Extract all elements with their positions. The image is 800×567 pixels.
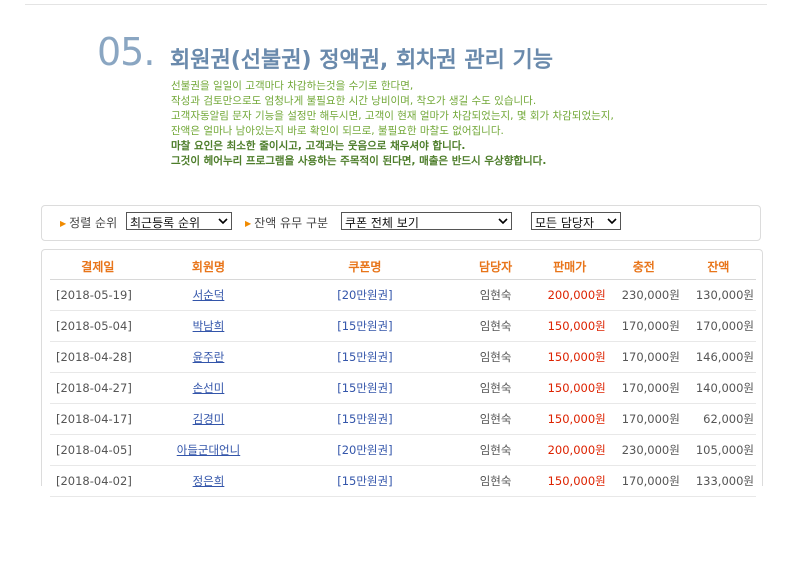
payment-date-cell: [2018-05-19] xyxy=(50,279,146,311)
chevron-down-icon xyxy=(498,218,508,225)
coupon-name-cell: [20만원권] xyxy=(271,279,459,311)
chevron-down-icon xyxy=(218,218,228,225)
table-row[interactable]: [2018-04-05] 아들군대언니 [20만원권] 임현숙 200,000원 230,… xyxy=(50,434,756,466)
description-line: 마찰 요인은 최소한 줄이시고, 고객과는 웃음으로 채우셔야 합니다. xyxy=(171,140,466,152)
description-line: 고객자동알림 문자 기능을 설정만 해두시면, 고객이 현재 얼마가 차감되었는… xyxy=(171,110,614,122)
price-cell: 150,000원 xyxy=(532,341,607,373)
staff-cell: 임현숙 xyxy=(458,310,533,342)
feature-description: 선불권을 일일이 고객마다 차감하는것을 수기로 한다면, 작성과 검토만으로도 … xyxy=(171,79,614,169)
staff-cell: 임현숙 xyxy=(458,341,533,373)
header-coupon-name: 쿠폰명 xyxy=(271,253,459,280)
charge-cell: 170,000원 xyxy=(606,310,681,342)
member-name-cell: 아들군대언니 xyxy=(145,434,272,466)
header-price: 판매가 xyxy=(532,253,607,280)
balance-cell: 105,000원 xyxy=(680,434,756,466)
payment-date-cell: [2018-04-02] xyxy=(50,465,146,497)
coupon-filter-select[interactable]: 쿠폰 전체 보기 xyxy=(341,212,512,230)
table-row[interactable]: [2018-04-28] 윤주란 [15만원권] 임현숙 150,000원 170,000… xyxy=(50,341,756,373)
member-name-cell: 박남희 xyxy=(145,310,272,342)
header-member-name: 회원명 xyxy=(145,253,272,280)
table-row[interactable]: [2018-05-19] 서순덕 [20만원권] 임현숙 200,000원 230,000… xyxy=(50,279,756,311)
price-cell: 150,000원 xyxy=(532,465,607,497)
member-name-link[interactable]: 정은희 xyxy=(193,474,225,488)
coupon-name-cell: [15만원권] xyxy=(271,403,459,435)
coupon-name-cell: [15만원권] xyxy=(271,310,459,342)
sort-order-select[interactable]: 최근등록 순위 xyxy=(126,212,232,230)
member-name-link[interactable]: 서순덕 xyxy=(193,288,225,302)
description-line: 그것이 헤어누리 프로그램을 사용하는 주목적이 된다면, 매출은 반드시 우상… xyxy=(171,155,547,167)
staff-cell: 임현숙 xyxy=(458,403,533,435)
price-cell: 150,000원 xyxy=(532,403,607,435)
charge-cell: 230,000원 xyxy=(606,434,681,466)
balance-cell: 140,000원 xyxy=(680,372,756,404)
coupon-name-cell: [15만원권] xyxy=(271,465,459,497)
payment-date-cell: [2018-04-05] xyxy=(50,434,146,466)
balance-cell: 133,000원 xyxy=(680,465,756,497)
description-line: 잔액은 얼마나 남아있는지 바로 확인이 되므로, 불필요한 마찰도 없어집니다… xyxy=(171,125,504,137)
charge-cell: 170,000원 xyxy=(606,372,681,404)
sort-filter-label: ▶ 정렬 순위 xyxy=(60,216,118,230)
header-charge: 충전 xyxy=(606,253,681,280)
member-name-link[interactable]: 박남희 xyxy=(193,319,225,333)
description-line: 작성과 검토만으로도 엄청나게 불필요한 시간 낭비이며, 착오가 생길 수도 … xyxy=(171,95,537,107)
table-row[interactable]: [2018-04-17] 김경미 [15만원권] 임현숙 150,000원 170,000… xyxy=(50,403,756,435)
coupon-name-cell: [15만원권] xyxy=(271,341,459,373)
balance-cell: 130,000원 xyxy=(680,279,756,311)
header-balance: 잔액 xyxy=(680,253,756,280)
member-name-cell: 김경미 xyxy=(145,403,272,435)
staff-cell: 임현숙 xyxy=(458,434,533,466)
member-name-cell: 정은희 xyxy=(145,465,272,497)
price-cell: 200,000원 xyxy=(532,434,607,466)
filter-bar: ▶ 정렬 순위 최근등록 순위 ▶ 잔액 유무 구분 쿠폰 전체 보기 모든 담당자 xyxy=(41,205,761,241)
charge-cell: 170,000원 xyxy=(606,341,681,373)
header-staff: 담당자 xyxy=(458,253,533,280)
staff-cell: 임현숙 xyxy=(458,465,533,497)
charge-cell: 170,000원 xyxy=(606,403,681,435)
member-name-link[interactable]: 윤주란 xyxy=(193,350,225,364)
table-header-row: 결제일 회원명 쿠폰명 담당자 판매가 충전 잔액 xyxy=(50,253,756,280)
top-divider xyxy=(25,4,767,5)
table-row[interactable]: [2018-04-02] 정은희 [15만원권] 임현숙 150,000원 170,000… xyxy=(50,465,756,497)
membership-table-panel: 결제일 회원명 쿠폰명 담당자 판매가 충전 잔액 [2018-05-19] 서순… xyxy=(41,249,763,497)
charge-cell: 230,000원 xyxy=(606,279,681,311)
member-name-link[interactable]: 김경미 xyxy=(193,412,225,426)
staff-cell: 임현숙 xyxy=(458,372,533,404)
payment-date-cell: [2018-04-17] xyxy=(50,403,146,435)
membership-table: 결제일 회원명 쿠폰명 담당자 판매가 충전 잔액 [2018-05-19] 서순… xyxy=(50,253,756,497)
section-title: 회원권(선불권) 정액권, 회차권 관리 기능 xyxy=(170,48,553,73)
chevron-down-icon xyxy=(607,218,617,225)
table-row[interactable]: [2018-04-27] 손선미 [15만원권] 임현숙 150,000원 170,000… xyxy=(50,372,756,404)
charge-cell: 170,000원 xyxy=(606,465,681,497)
table-row[interactable]: [2018-05-04] 박남희 [15만원권] 임현숙 150,000원 170,000… xyxy=(50,310,756,342)
balance-cell: 146,000원 xyxy=(680,341,756,373)
bullet-arrow-icon: ▶ xyxy=(245,219,252,228)
payment-date-cell: [2018-04-28] xyxy=(50,341,146,373)
balance-cell: 170,000원 xyxy=(680,310,756,342)
balance-cell: 62,000원 xyxy=(680,403,756,435)
price-cell: 200,000원 xyxy=(532,279,607,311)
description-line: 선불권을 일일이 고객마다 차감하는것을 수기로 한다면, xyxy=(171,80,414,92)
payment-date-cell: [2018-05-04] xyxy=(50,310,146,342)
member-name-cell: 손선미 xyxy=(145,372,272,404)
balance-filter-label: ▶ 잔액 유무 구분 xyxy=(245,216,329,230)
bullet-arrow-icon: ▶ xyxy=(60,219,67,228)
staff-filter-select[interactable]: 모든 담당자 xyxy=(531,212,621,230)
coupon-name-cell: [15만원권] xyxy=(271,372,459,404)
payment-date-cell: [2018-04-27] xyxy=(50,372,146,404)
staff-cell: 임현숙 xyxy=(458,279,533,311)
member-name-link[interactable]: 아들군대언니 xyxy=(177,443,240,457)
coupon-name-cell: [20만원권] xyxy=(271,434,459,466)
member-name-cell: 윤주란 xyxy=(145,341,272,373)
member-name-cell: 서순덕 xyxy=(145,279,272,311)
price-cell: 150,000원 xyxy=(532,372,607,404)
member-name-link[interactable]: 손선미 xyxy=(193,381,225,395)
price-cell: 150,000원 xyxy=(532,310,607,342)
section-number: 05. xyxy=(97,30,155,74)
header-payment-date: 결제일 xyxy=(50,253,146,280)
